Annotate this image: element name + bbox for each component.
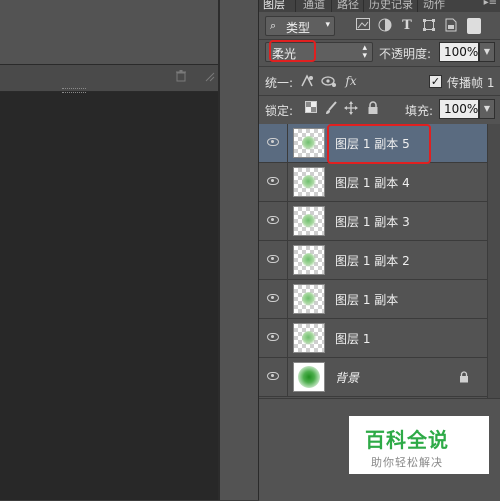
lock-transparent-icon[interactable] [303,101,319,117]
visibility-toggle[interactable] [259,124,288,162]
watermark-subtitle: 助你轻松解决 [371,456,443,469]
layer-name[interactable]: 图层 1 副本 4 [335,174,410,191]
workspace-gutter [218,0,258,500]
eye-icon [267,177,279,185]
opacity-dropdown-button[interactable]: ▼ [479,42,495,62]
layer-row[interactable]: 图层 1 副本 4 [259,163,487,202]
visibility-toggle[interactable] [259,163,288,201]
filter-adjustment-icon[interactable] [377,18,393,34]
watermark: 百科全说 助你轻松解决 [349,416,489,474]
visibility-toggle[interactable] [259,280,288,318]
visibility-toggle[interactable] [259,241,288,279]
layer-name[interactable]: 图层 1 副本 2 [335,252,410,269]
layer-thumbnail [293,206,325,236]
panel-tabs: 图层 通道 路径 历史记录 动作 ▸≡ [259,0,500,12]
tab-separator [363,0,364,12]
visibility-toggle[interactable] [259,319,288,357]
layers-list: 图层 1 副本 5 图层 1 副本 4 图层 1 副本 3 图层 1 副本 2 … [259,124,500,398]
opacity-label: 不透明度: [379,47,432,61]
resize-corner-icon[interactable] [203,70,215,82]
layer-row[interactable]: 图层 1 [259,319,487,358]
tab-separator [331,0,332,12]
visibility-toggle[interactable] [259,358,288,396]
layer-name[interactable]: 图层 1 副本 [335,291,398,308]
fill-dropdown-button[interactable]: ▼ [479,99,495,119]
eye-icon [267,255,279,263]
layers-scrollbar[interactable] [487,124,500,398]
fill-input[interactable]: 100% [439,99,479,119]
tab-channels[interactable]: 通道 [303,0,325,12]
filter-type-icon[interactable]: T [399,18,415,34]
filter-pixel-icon[interactable] [355,18,371,34]
panel-menu-icon[interactable]: ▸≡ [484,0,497,8]
separator [259,66,500,67]
search-icon: ⌕ [270,19,277,32]
tab-history[interactable]: 历史记录 [369,0,413,12]
unify-position-icon[interactable] [299,73,315,89]
opacity-input[interactable]: 100% [439,42,479,62]
layer-name[interactable]: 图层 1 [335,330,370,347]
propagate-frame-label: 传播帧 1 [447,76,495,90]
layer-thumbnail [293,167,325,197]
layer-thumbnail [293,362,325,392]
lock-position-move-icon[interactable] [343,101,359,117]
layer-thumbnail [293,284,325,314]
lock-pixels-brush-icon[interactable] [323,101,339,117]
tab-separator [295,0,296,12]
layer-row[interactable]: 图层 1 副本 3 [259,202,487,241]
eye-icon [267,294,279,302]
filter-toggle-switch[interactable] [467,18,481,34]
watermark-title: 百科全说 [365,428,449,452]
lock-icon [459,371,469,383]
tab-actions[interactable]: 动作 [423,0,445,12]
updown-arrow-icon: ▴ ▾ [362,43,367,61]
layer-name[interactable]: 背景 [335,369,359,386]
lock-all-icon[interactable] [365,101,381,117]
resize-grip[interactable] [62,88,86,93]
trash-icon[interactable] [175,70,187,82]
unify-visibility-icon[interactable] [321,73,337,89]
layer-thumbnail [293,323,325,353]
filter-smart-object-icon[interactable] [443,18,459,34]
tab-layers[interactable]: 图层 [263,0,285,12]
unify-style-icon[interactable]: fx [343,73,359,89]
tab-separator [417,0,418,12]
filter-shape-icon[interactable] [421,18,437,34]
layer-thumbnail [293,128,325,158]
visibility-toggle[interactable] [259,202,288,240]
blend-mode-annotation [269,40,316,62]
propagate-frame-checkbox[interactable]: ✓ [429,75,442,88]
eye-icon [267,372,279,380]
layer-thumbnail [293,245,325,275]
lock-label: 锁定: [265,104,294,118]
filter-kind-select[interactable]: ⌕ 类型 ▾ [265,16,335,36]
tab-paths[interactable]: 路径 [337,0,359,12]
eye-icon [267,138,279,146]
layer-row[interactable]: 背景 [259,358,487,397]
layer-row[interactable]: 图层 1 副本 [259,280,487,319]
filter-kind-label: 类型 [286,21,311,35]
fill-label: 填充: [405,104,434,118]
separator [259,95,500,96]
chevron-down-icon: ▾ [325,20,330,30]
layer-name[interactable]: 图层 1 副本 3 [335,213,410,230]
canvas-area [0,92,218,500]
layer-row[interactable]: 图层 1 副本 2 [259,241,487,280]
eye-icon [267,333,279,341]
selected-layer-annotation [327,124,431,164]
unify-label: 统一: [265,76,294,90]
eye-icon [267,216,279,224]
panel-divider [218,0,220,500]
workspace-top [0,0,220,64]
